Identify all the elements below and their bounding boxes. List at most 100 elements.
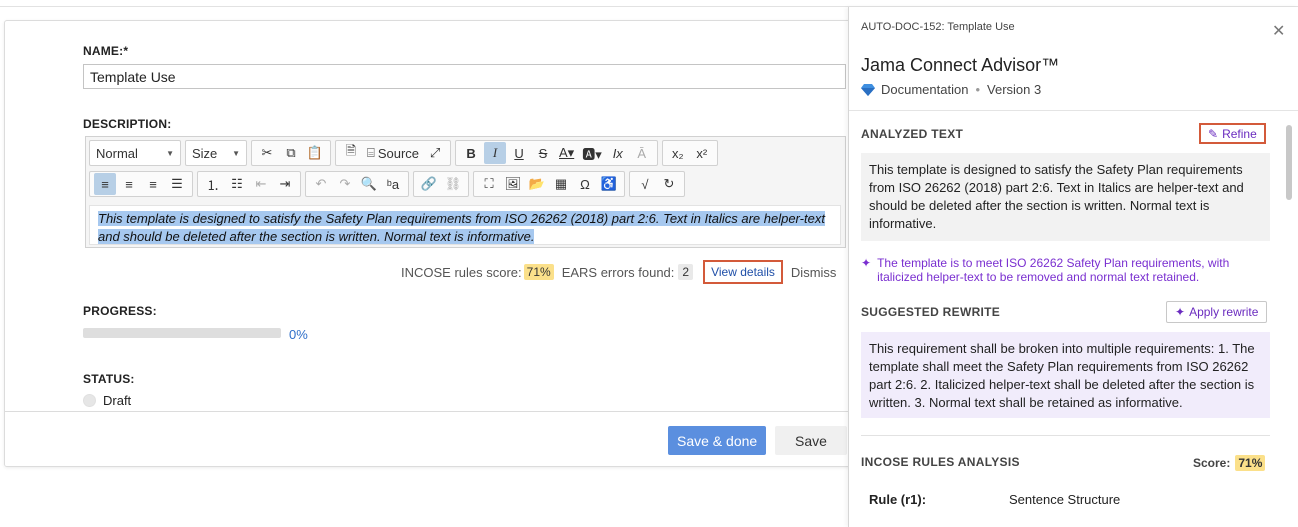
cut-icon[interactable]: ✂ — [256, 142, 278, 164]
editor-toolbar-row-2: ≡ ≡ ≡ ☰ ⒈ ☷ ⇤ ⇥ ↶ ↷ 🔍 ᵇa 🔗 ⛓ ⛶ 🖼 📂 ▦ Ω ♿… — [89, 170, 689, 198]
underline-icon[interactable]: U — [508, 142, 530, 164]
find-icon[interactable]: 🔍 — [358, 173, 380, 195]
rule-key: Rule (r1): — [869, 492, 927, 507]
folder-icon[interactable]: 📂 — [526, 173, 548, 195]
description-text: This template is designed to satisfy the… — [98, 211, 825, 244]
refresh-icon[interactable]: ↻ — [658, 173, 680, 195]
source-button[interactable]: ⌸ Source — [364, 142, 422, 164]
advisor-meta: Documentation • Version 3 — [861, 82, 1041, 97]
description-label: DESCRIPTION: — [83, 117, 172, 131]
scrollbar-thumb[interactable] — [1286, 125, 1292, 200]
superscript-icon[interactable]: x² — [691, 142, 713, 164]
meta-separator: • — [975, 82, 981, 97]
status-value: Draft — [103, 393, 132, 408]
description-editor-content[interactable]: This template is designed to satisfy the… — [89, 205, 841, 245]
indent-icon[interactable]: ⇥ — [274, 173, 296, 195]
pencil-icon: ✎ — [1208, 126, 1219, 141]
bold-icon[interactable]: B — [460, 142, 482, 164]
script-group: x₂ x² — [661, 140, 718, 166]
background-color-icon[interactable]: 🅰▾ — [579, 142, 605, 164]
subscript-icon[interactable]: x₂ — [667, 142, 689, 164]
bulleted-list-icon[interactable]: ☷ — [226, 173, 248, 195]
advisor-title: Jama Connect Advisor™ — [861, 55, 1060, 75]
italic-icon[interactable]: I — [484, 142, 507, 164]
insert-group: ⛶ 🖼 📂 ▦ Ω ♿ — [473, 171, 625, 197]
format-select[interactable]: Normal ▼ — [89, 140, 181, 166]
incose-score-badge: 71% — [523, 264, 554, 280]
save-button[interactable]: Save — [775, 426, 847, 455]
suggested-rewrite-box: This requirement shall be broken into mu… — [861, 332, 1270, 418]
undo-icon[interactable]: ↶ — [310, 173, 332, 195]
copy-formatting-icon[interactable]: Ā — [631, 142, 653, 164]
spellcheck-group: √ ↻ — [629, 171, 685, 197]
incose-analysis-title: INCOSE RULES ANALYSIS — [861, 455, 1020, 469]
analyzed-text-box: This template is designed to satisfy the… — [861, 153, 1270, 241]
suggested-rewrite-title: SUGGESTED REWRITE — [861, 305, 1001, 319]
align-center-icon[interactable]: ≡ — [118, 173, 140, 195]
paste-icon[interactable]: 📋 — [304, 142, 326, 164]
name-input[interactable]: Template Use — [83, 64, 846, 89]
maximize-icon[interactable]: ⤢ — [424, 142, 446, 164]
advisor-panel: AUTO-DOC-152: Template Use ✕ Jama Connec… — [848, 7, 1298, 527]
remove-format-icon[interactable]: Ix — [607, 142, 629, 164]
refine-label: Refine — [1222, 126, 1257, 141]
ears-errors-label: EARS errors found: — [561, 264, 675, 280]
strikethrough-icon[interactable]: S — [532, 142, 554, 164]
refine-button[interactable]: ✎ Refine — [1199, 123, 1266, 144]
spellcheck-icon[interactable]: √ — [634, 173, 656, 195]
status-radio-draft[interactable] — [83, 394, 96, 407]
status-label: STATUS: — [83, 372, 135, 386]
align-justify-icon[interactable]: ☰ — [166, 173, 188, 195]
chevron-down-icon: ▼ — [232, 148, 240, 158]
incose-score-label: INCOSE rules score: — [401, 264, 522, 280]
outdent-icon[interactable]: ⇤ — [250, 173, 272, 195]
replace-icon[interactable]: ᵇa — [382, 173, 404, 195]
name-label: NAME:* — [83, 44, 129, 58]
document-id: AUTO-DOC-152: Template Use — [861, 21, 1015, 33]
table-icon[interactable]: ▦ — [550, 173, 572, 195]
sparkle-icon: ✦ — [1175, 305, 1186, 319]
insert-image-icon[interactable]: 🖼 — [502, 173, 524, 195]
unlink-icon[interactable]: ⛓ — [442, 173, 464, 195]
align-left-icon[interactable]: ≡ — [94, 173, 116, 195]
align-right-icon[interactable]: ≡ — [142, 173, 164, 195]
copy-icon[interactable]: ⧉ — [280, 142, 302, 164]
score-badge: 71% — [1235, 455, 1266, 471]
advisor-score-row: INCOSE rules score: 71% EARS errors foun… — [401, 260, 836, 284]
save-and-done-button[interactable]: Save & done — [668, 426, 767, 455]
chevron-down-icon: ▼ — [166, 148, 174, 158]
divider — [861, 435, 1270, 436]
progress-value: 0% — [289, 327, 308, 342]
rich-text-editor: Normal ▼ Size ▼ ✂ ⧉ 📋 🗎 ⌸ Source ⤢ B I U… — [85, 136, 846, 248]
top-strip — [0, 0, 1298, 7]
dismiss-link[interactable]: Dismiss — [791, 265, 837, 280]
ears-errors-badge: 2 — [678, 264, 694, 280]
score-label: Score: — [1193, 456, 1231, 470]
document-icon[interactable]: 🗎 — [340, 142, 362, 164]
incose-score: Score: 71% — [1193, 455, 1266, 471]
progress-bar — [83, 328, 281, 338]
special-char-icon[interactable]: Ω — [574, 173, 596, 195]
apply-rewrite-button[interactable]: ✦ Apply rewrite — [1166, 301, 1268, 323]
view-details-button[interactable]: View details — [703, 260, 783, 284]
size-select[interactable]: Size ▼ — [185, 140, 247, 166]
link-icon[interactable]: 🔗 — [418, 173, 440, 195]
sparkle-icon: ✦ — [861, 256, 872, 270]
insert-relation-icon[interactable]: ⛶ — [478, 173, 500, 195]
redo-icon[interactable]: ↷ — [334, 173, 356, 195]
accessibility-icon[interactable]: ♿ — [598, 173, 620, 195]
form-footer: Save & done Save — [5, 411, 863, 466]
close-icon[interactable]: ✕ — [1272, 21, 1285, 41]
apply-rewrite-label: Apply rewrite — [1189, 305, 1259, 319]
align-group: ≡ ≡ ≡ ☰ — [89, 171, 193, 197]
numbered-list-icon[interactable]: ⒈ — [202, 173, 224, 195]
item-edit-form: NAME:* Template Use DESCRIPTION: Normal … — [4, 20, 864, 467]
item-type: Documentation — [881, 82, 969, 97]
analyzed-text-title: ANALYZED TEXT — [861, 127, 964, 141]
list-group: ⒈ ☷ ⇤ ⇥ — [197, 171, 301, 197]
ai-summary: ✦ The template is to meet ISO 26262 Safe… — [861, 256, 1271, 284]
history-group: ↶ ↷ 🔍 ᵇa — [305, 171, 409, 197]
editor-toolbar-row-1: Normal ▼ Size ▼ ✂ ⧉ 📋 🗎 ⌸ Source ⤢ B I U… — [89, 139, 722, 167]
text-color-icon[interactable]: A▾ — [556, 142, 577, 164]
progress-label: PROGRESS: — [83, 304, 157, 318]
